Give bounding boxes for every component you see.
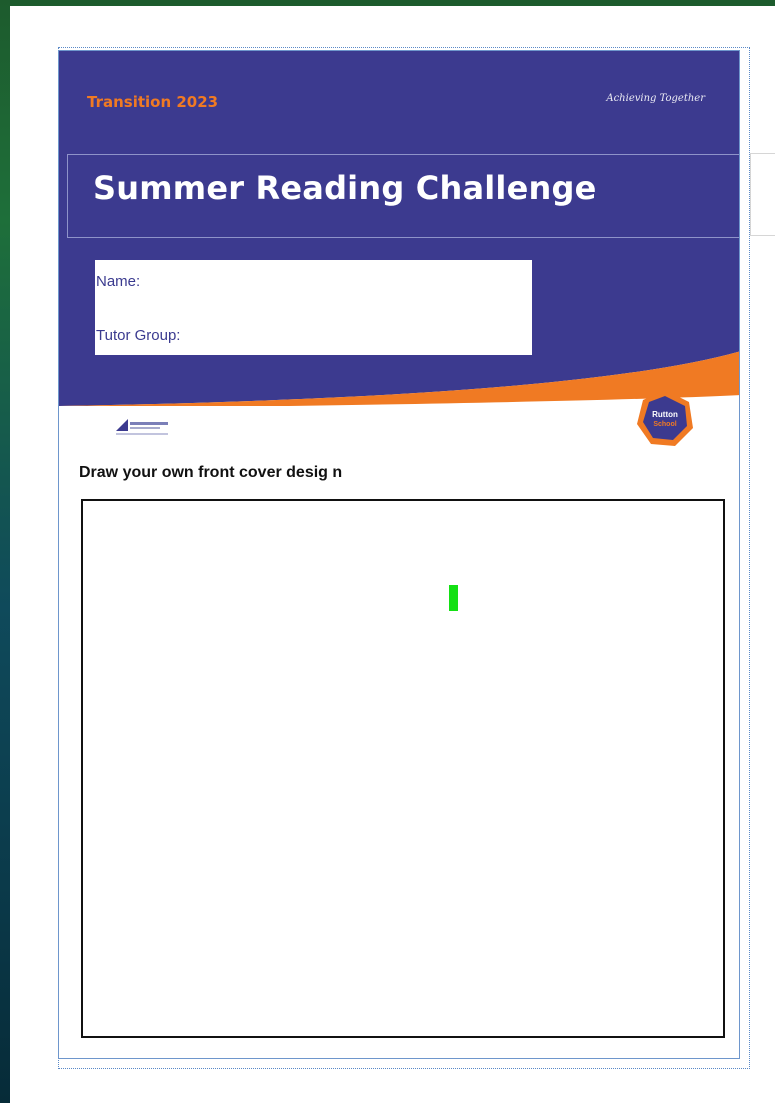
text-cursor bbox=[449, 585, 458, 611]
crest-text-line2: School bbox=[653, 421, 676, 428]
front-cover-drawing-area[interactable] bbox=[81, 499, 725, 1038]
school-trust-logo-icon bbox=[114, 413, 172, 439]
name-label: Name: bbox=[96, 273, 141, 290]
tutor-group-label: Tutor Group: bbox=[96, 327, 181, 344]
crest-text-line1: Rutton bbox=[652, 410, 678, 419]
adjacent-page-edge bbox=[750, 153, 775, 236]
title-box: Summer Reading Challenge bbox=[67, 154, 739, 238]
page-title: Summer Reading Challenge bbox=[93, 169, 597, 207]
tagline: Achieving Together bbox=[606, 93, 705, 104]
draw-instruction: Draw your own front cover desig n bbox=[79, 464, 343, 481]
name-tutor-form-box[interactable]: Name: Tutor Group: bbox=[95, 260, 532, 355]
transition-label: Transition 2023 bbox=[87, 93, 219, 111]
school-crest-logo-icon: Rutton School bbox=[635, 388, 695, 448]
document-page[interactable]: Transition 2023 Achieving Together Summe… bbox=[58, 50, 740, 1059]
